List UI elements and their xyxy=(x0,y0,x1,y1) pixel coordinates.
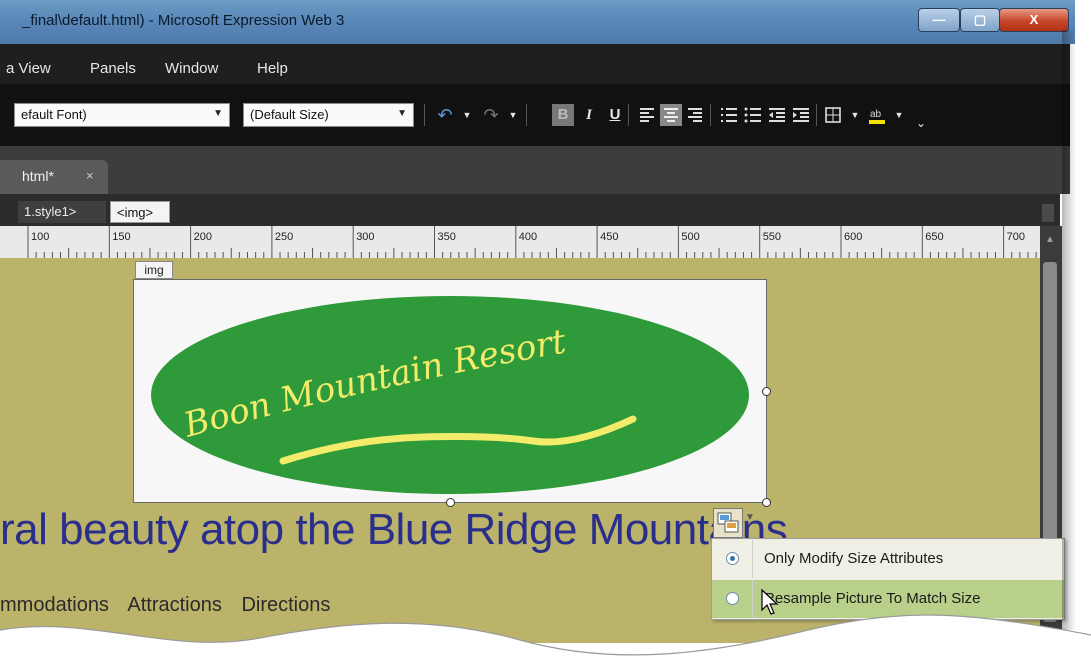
ruler-label: 700 xyxy=(1007,231,1025,243)
toolbar-separator xyxy=(526,104,527,126)
highlight-dropdown-icon[interactable]: ▼ xyxy=(888,104,910,126)
ruler-label: 350 xyxy=(438,231,456,243)
decrease-indent-icon[interactable] xyxy=(766,104,788,126)
ruler-label: 500 xyxy=(681,231,699,243)
ruler-label: 550 xyxy=(763,231,781,243)
italic-button[interactable]: I xyxy=(578,104,600,126)
app-window: _final\default.html) - Microsoft Express… xyxy=(0,0,1091,669)
font-select-value: efault Font) xyxy=(21,107,87,122)
redo-icon[interactable]: ↷ xyxy=(480,104,502,126)
toolbar-separator xyxy=(710,104,711,126)
ruler-label: 300 xyxy=(356,231,374,243)
maximize-icon: ▢ xyxy=(973,12,987,27)
chevron-down-icon[interactable]: ▼ xyxy=(745,512,755,523)
logo-text: Boon Mountain Resort xyxy=(179,322,569,446)
ruler-label: 150 xyxy=(112,231,130,243)
menu-bar xyxy=(0,44,1070,84)
font-select[interactable]: efault Font) ▼ xyxy=(14,103,230,127)
breadcrumb-img-tag[interactable]: <img> xyxy=(110,201,170,223)
picture-actions-icon xyxy=(717,512,739,533)
ruler-label: 100 xyxy=(31,231,49,243)
breadcrumb-style-tag[interactable]: 1.style1> xyxy=(18,201,106,223)
borders-icon[interactable] xyxy=(822,104,844,126)
toolbar-separator xyxy=(424,104,425,126)
breadcrumb-img-label: <img> xyxy=(117,205,154,220)
close-button[interactable]: X xyxy=(999,8,1069,32)
ruler-label: 600 xyxy=(844,231,862,243)
picture-actions-button[interactable] xyxy=(713,508,743,538)
window-title: _final\default.html) - Microsoft Express… xyxy=(22,12,345,29)
align-left-icon[interactable] xyxy=(636,104,658,126)
maximize-button[interactable]: ▢ xyxy=(960,8,1000,32)
borders-dropdown-icon[interactable]: ▼ xyxy=(844,104,866,126)
align-center-icon[interactable] xyxy=(660,104,682,126)
scroll-up-icon[interactable]: ▲ xyxy=(1043,234,1057,254)
ruler-label: 650 xyxy=(925,231,943,243)
ruler-label: 400 xyxy=(519,231,537,243)
increase-indent-icon[interactable] xyxy=(790,104,812,126)
horizontal-ruler: 100 150 200 250 300 350 400 450 500 550 600 650 700 xyxy=(0,226,1040,259)
tag-selector-scroll-button[interactable] xyxy=(1042,204,1054,222)
bold-button[interactable]: B xyxy=(552,104,574,126)
minimize-button[interactable]: — xyxy=(918,8,960,32)
logo-artwork: Boon Mountain Resort xyxy=(179,322,637,465)
img-tag-label: img xyxy=(135,261,173,279)
toolbar-separator xyxy=(816,104,817,126)
logo-swoosh xyxy=(279,415,637,465)
torn-paper-edge xyxy=(0,614,1091,669)
img-tag-text: img xyxy=(144,263,164,277)
bullet-list-icon[interactable] xyxy=(742,104,764,126)
underline-button[interactable]: U xyxy=(604,104,626,126)
chevron-down-icon: ▼ xyxy=(397,108,407,119)
menu-window[interactable]: Window xyxy=(165,60,218,77)
menu-panels[interactable]: Panels xyxy=(90,60,136,77)
ruler-label: 250 xyxy=(275,231,293,243)
chevron-down-icon: ▼ xyxy=(213,108,223,119)
tab-close-icon[interactable]: × xyxy=(86,168,94,183)
menu-help[interactable]: Help xyxy=(257,60,288,77)
document-tab-strip xyxy=(0,146,1070,194)
breadcrumb-style-label: 1.style1> xyxy=(24,204,77,219)
undo-icon[interactable]: ↶ xyxy=(434,104,456,126)
size-select-value: (Default Size) xyxy=(250,107,329,122)
menu-view[interactable]: a View xyxy=(6,60,51,77)
resize-handle-right[interactable] xyxy=(762,387,771,396)
edge-shadow xyxy=(1062,30,1076,630)
document-tab-label: html* xyxy=(22,168,54,184)
ruler-label: 450 xyxy=(600,231,618,243)
align-right-icon[interactable] xyxy=(684,104,706,126)
numbered-list-icon[interactable] xyxy=(718,104,740,126)
minimize-icon: — xyxy=(932,12,946,27)
highlight-icon[interactable]: ab xyxy=(866,104,888,126)
ruler-label: 200 xyxy=(194,231,212,243)
svg-text:ab: ab xyxy=(870,109,882,120)
redo-dropdown-icon[interactable]: ▼ xyxy=(502,104,524,126)
ruler-ticks: 100 150 200 250 300 350 400 450 500 550 600 650 700 xyxy=(27,226,1037,258)
size-select[interactable]: (Default Size) ▼ xyxy=(243,103,414,127)
undo-dropdown-icon[interactable]: ▼ xyxy=(456,104,478,126)
toolbar-separator xyxy=(628,104,629,126)
close-icon: X xyxy=(1029,12,1039,27)
page-heading: ral beauty atop the Blue Ridge Mountains xyxy=(0,505,788,554)
toolbar-overflow-icon[interactable]: ⌄ xyxy=(910,112,932,134)
